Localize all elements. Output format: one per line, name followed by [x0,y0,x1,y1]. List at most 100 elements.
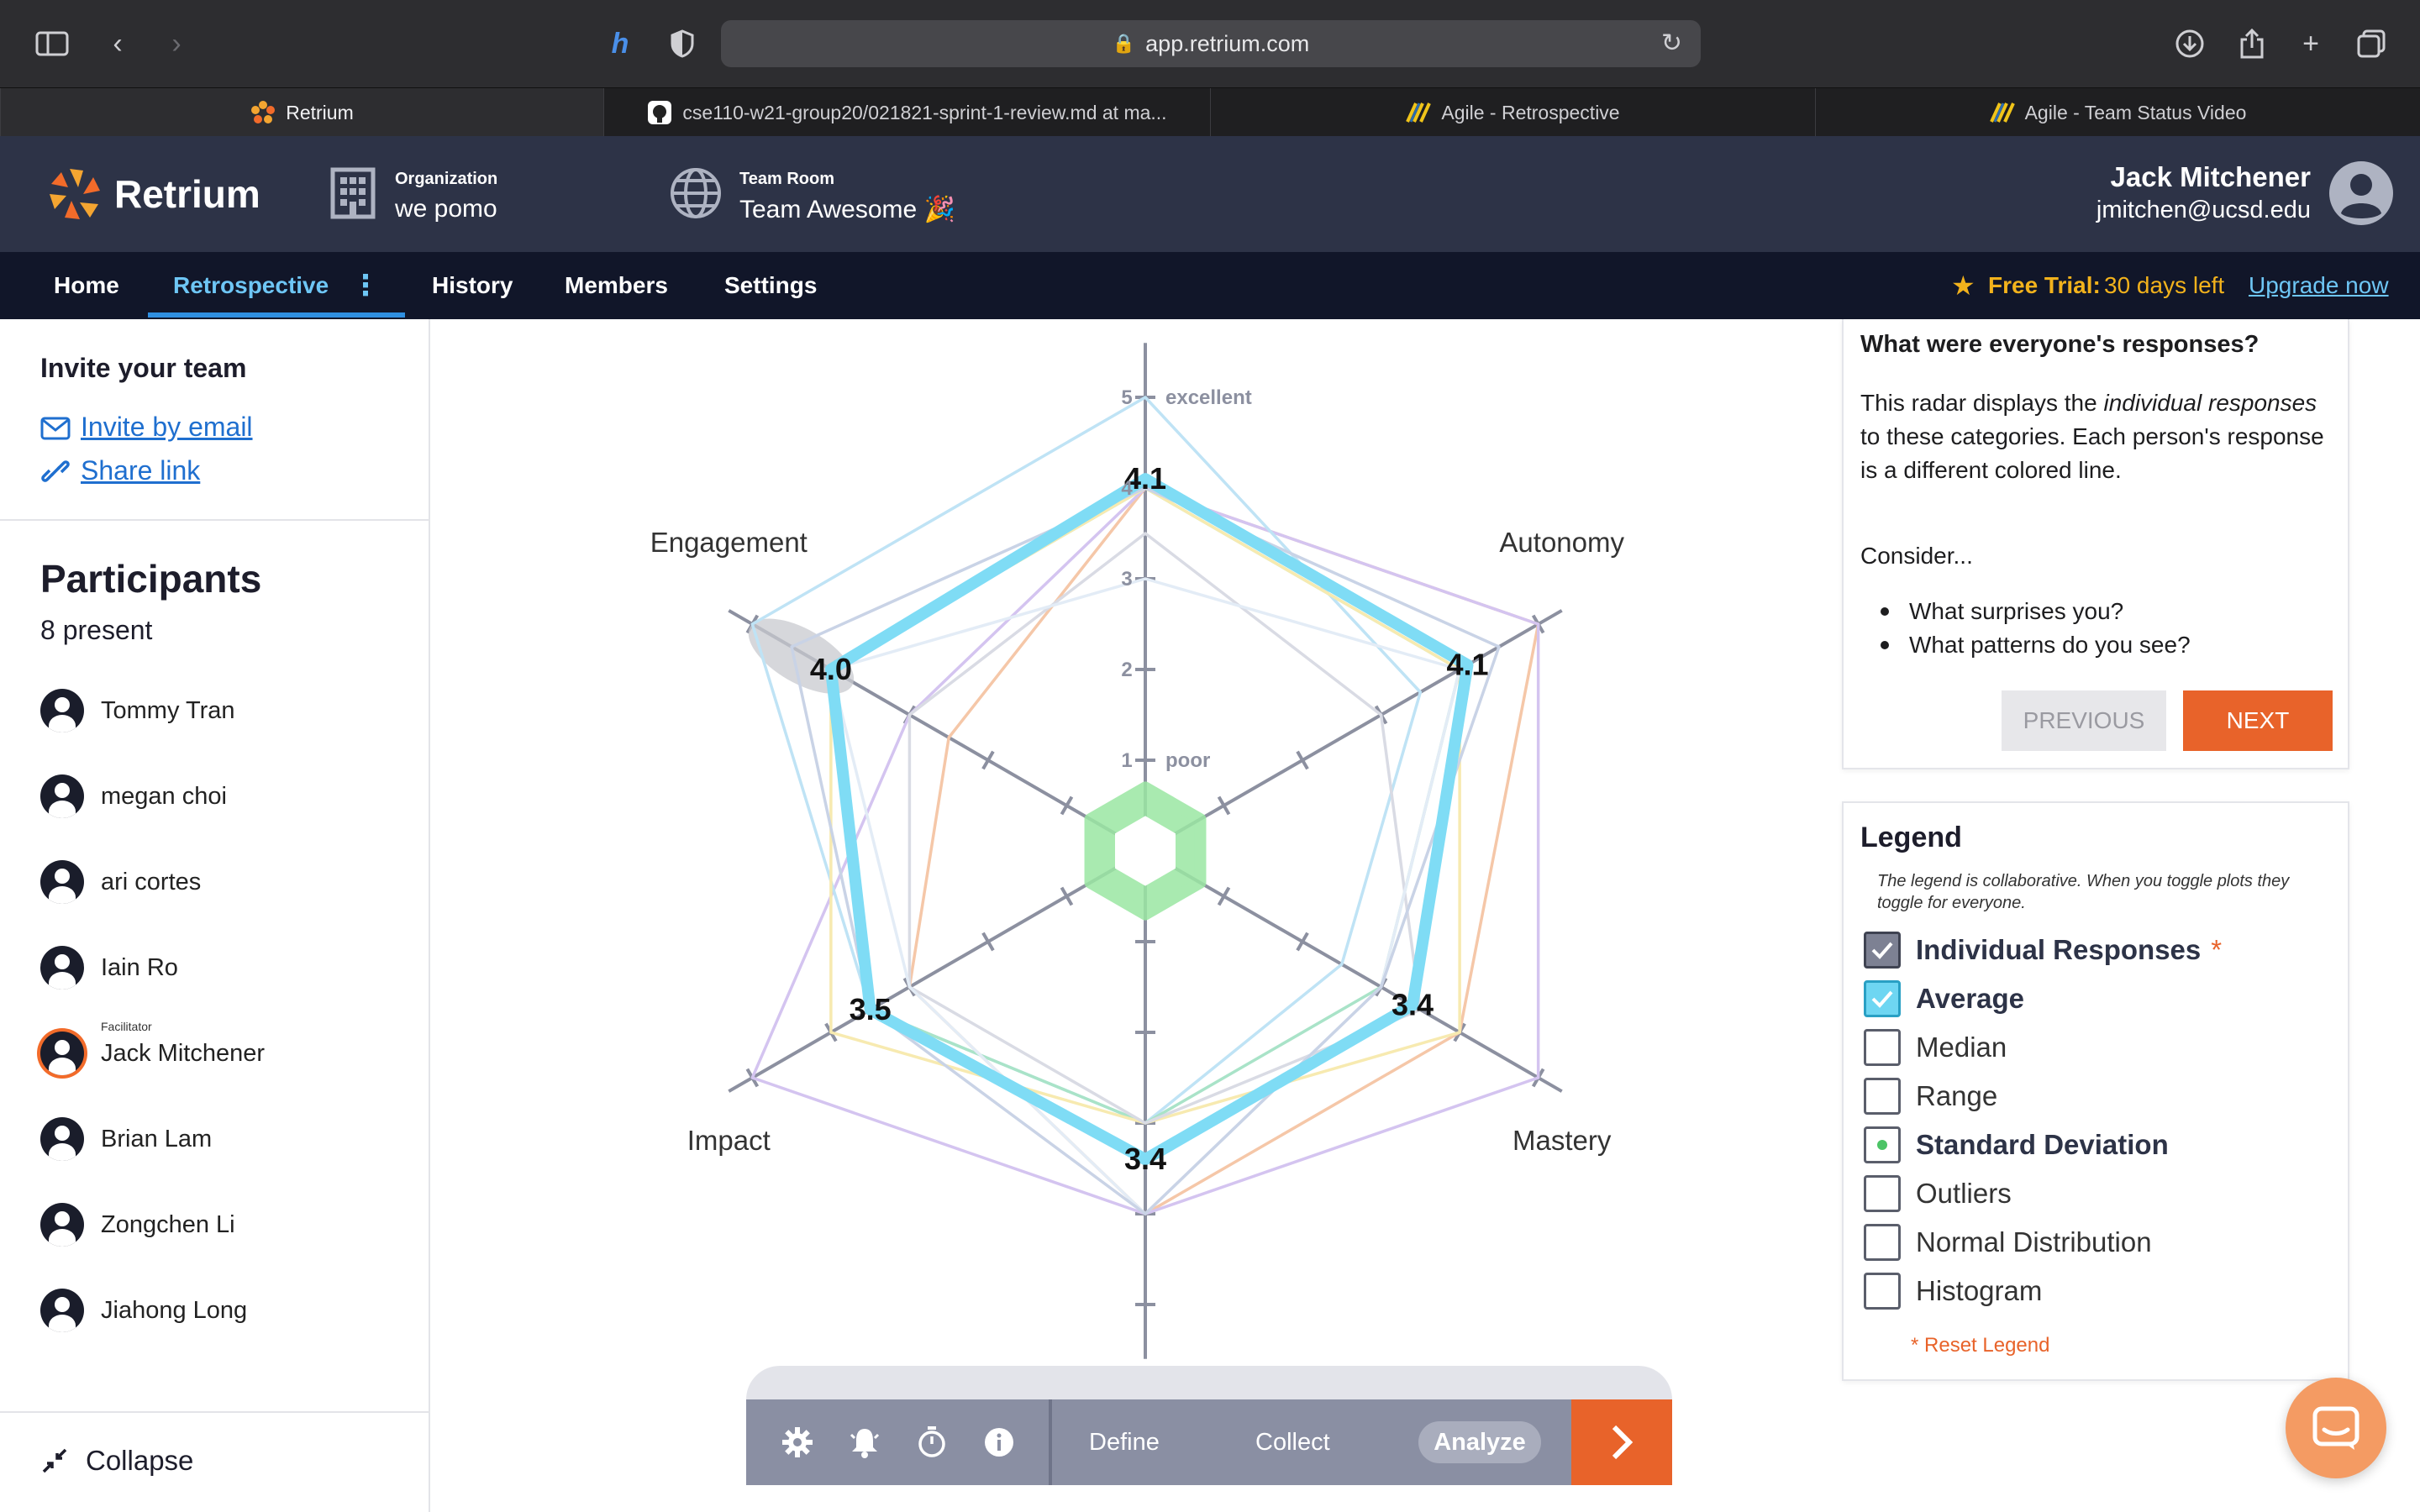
legend-item[interactable]: Standard Deviation [1864,1124,2169,1166]
retrium-logo-icon[interactable] [47,166,103,222]
participant-item[interactable]: Tommy Tran [40,685,235,736]
legend-checkbox[interactable] [1864,1224,1901,1261]
browser-tab-agile-status[interactable]: Agile - Team Status Video [1815,88,2420,137]
legend-item[interactable]: Range [1864,1075,1997,1117]
honey-extension-icon[interactable]: h [602,25,639,62]
legend-item[interactable]: Individual Responses * [1864,929,2222,971]
radar-scale-label: 1 [1121,749,1132,772]
brand-name[interactable]: Retrium [114,171,260,217]
legend-item[interactable]: Median [1864,1026,2007,1068]
timer-icon[interactable] [916,1425,948,1458]
chat-launcher-button[interactable] [2286,1378,2386,1478]
share-link[interactable]: Share link [40,455,200,486]
lock-icon: 🔒 [1112,33,1136,54]
present-count: 8 present [40,615,153,645]
stage-toolbar: Define Collect Analyze [746,1366,1672,1485]
legend-item-label: Standard Deviation [1916,1129,2169,1160]
browser-tab-agile-retro[interactable]: Agile - Retrospective [1210,88,1815,137]
legend-card: Legend The legend is collaborative. When… [1842,801,2349,1381]
average-value-label: 3.4 [1392,988,1434,1022]
participant-item[interactable]: Jiahong Long [40,1285,247,1336]
info-body-emphasis: individual responses [2103,390,2317,416]
reload-icon[interactable]: ↻ [1661,29,1682,58]
address-bar[interactable]: 🔒 app.retrium.com ↻ [721,20,1701,67]
stage-analyze[interactable]: Analyze [1418,1421,1541,1463]
upgrade-link[interactable]: Upgrade now [2249,252,2389,319]
participant-name: Iain Ro [101,953,178,981]
previous-button[interactable]: PREVIOUS [2002,690,2166,751]
legend-checkbox[interactable] [1864,1078,1901,1115]
radar-scale-label: 5 [1121,386,1132,409]
next-stage-button[interactable] [1571,1399,1672,1485]
divider [0,519,429,521]
participant-item[interactable]: Iain Ro [40,942,178,993]
share-link-label: Share link [81,455,201,486]
reset-legend-link[interactable]: * Reset Legend [1911,1334,2049,1357]
chat-icon [2312,1406,2360,1450]
legend-item[interactable]: Outliers [1864,1173,2012,1215]
share-icon[interactable] [2233,25,2270,62]
participant-item[interactable]: Brian Lam [40,1114,212,1164]
nav-members[interactable]: Members [565,252,668,319]
settings-gear-icon[interactable] [781,1426,813,1458]
nav-retrospective[interactable]: Retrospective [173,252,329,319]
nav-settings[interactable]: Settings [724,252,817,319]
info-bullet: What surprises you? [1881,598,2123,625]
next-button[interactable]: NEXT [2183,690,2333,751]
active-tab-indicator [148,312,405,318]
radar-tick-mark [1060,795,1074,816]
org-name[interactable]: we pomo [395,195,497,223]
chevron-right-icon [1612,1425,1634,1460]
legend-checkbox[interactable] [1864,1126,1901,1163]
participant-name: Jack Mitchener [101,1039,266,1067]
individual-response-line [908,486,1540,1215]
average-value-label: 3.4 [1124,1142,1166,1176]
new-tab-icon[interactable]: + [2292,25,2329,62]
legend-checkbox[interactable] [1864,932,1901,969]
participant-name: Tommy Tran [101,696,235,724]
stage-collect[interactable]: Collect [1255,1421,1330,1463]
back-icon[interactable]: ‹ [99,25,136,62]
invite-by-email-link[interactable]: Invite by email [40,412,253,443]
radar-tick-mark [981,750,995,770]
legend-item[interactable]: Histogram [1864,1270,2042,1312]
nav-history[interactable]: History [432,252,513,319]
legend-checkbox[interactable] [1864,1029,1901,1066]
browser-tab-retrium[interactable]: Retrium [0,88,603,137]
nav-home[interactable]: Home [54,252,119,319]
legend-item[interactable]: Average [1864,978,2024,1020]
radar-bottom-label: poor [1165,749,1210,772]
stage-define[interactable]: Define [1089,1421,1160,1463]
legend-checkbox[interactable] [1864,1273,1901,1310]
tab-overview-icon[interactable] [2353,25,2390,62]
radar-tick-mark [1217,886,1231,906]
bell-icon[interactable] [849,1426,881,1458]
forward-icon[interactable]: › [158,25,195,62]
browser-tab-github[interactable]: cse110-w21-group20/021821-sprint-1-revie… [603,88,1210,137]
downloads-icon[interactable] [2171,25,2208,62]
shield-icon[interactable] [664,25,701,62]
collapse-button[interactable]: Collapse [40,1445,193,1477]
participant-item[interactable]: ari cortes [40,857,201,907]
legend-checkbox[interactable] [1864,980,1901,1017]
legend-checkbox[interactable] [1864,1175,1901,1212]
radar-category-label: Impact [687,1125,771,1156]
participant-item[interactable]: Zongchen Li [40,1200,235,1250]
radar-chart: 4.13.43.43.54.04.1 12345 excellentpoorEng… [650,343,1624,1359]
user-avatar-icon[interactable] [2328,160,2395,227]
room-name[interactable]: Team Awesome 🎉 [739,195,955,224]
stage-tabs: Define Collect Analyze [1052,1399,1571,1485]
radar-top-label: excellent [1165,386,1252,409]
legend-item[interactable]: Normal Distribution [1864,1221,2152,1263]
tab-label: Retrium [286,101,354,123]
participant-item-facilitator[interactable]: Facilitator Jack Mitchener [40,1020,266,1079]
tab-label: cse110-w21-group20/021821-sprint-1-revie… [682,101,1167,123]
envelope-icon [40,416,71,439]
browser-toolbar: ‹ › h 🔒 app.retrium.com ↻ + [0,0,2420,87]
sidebar-toggle-icon[interactable] [34,25,71,62]
facilitator-name-block: Facilitator Jack Mitchener [101,1020,266,1068]
participant-item[interactable]: megan choi [40,771,227,822]
legend-item-label: Range [1916,1080,1998,1111]
info-icon[interactable] [983,1426,1015,1458]
more-options-icon[interactable]: ⋮ [351,252,380,319]
